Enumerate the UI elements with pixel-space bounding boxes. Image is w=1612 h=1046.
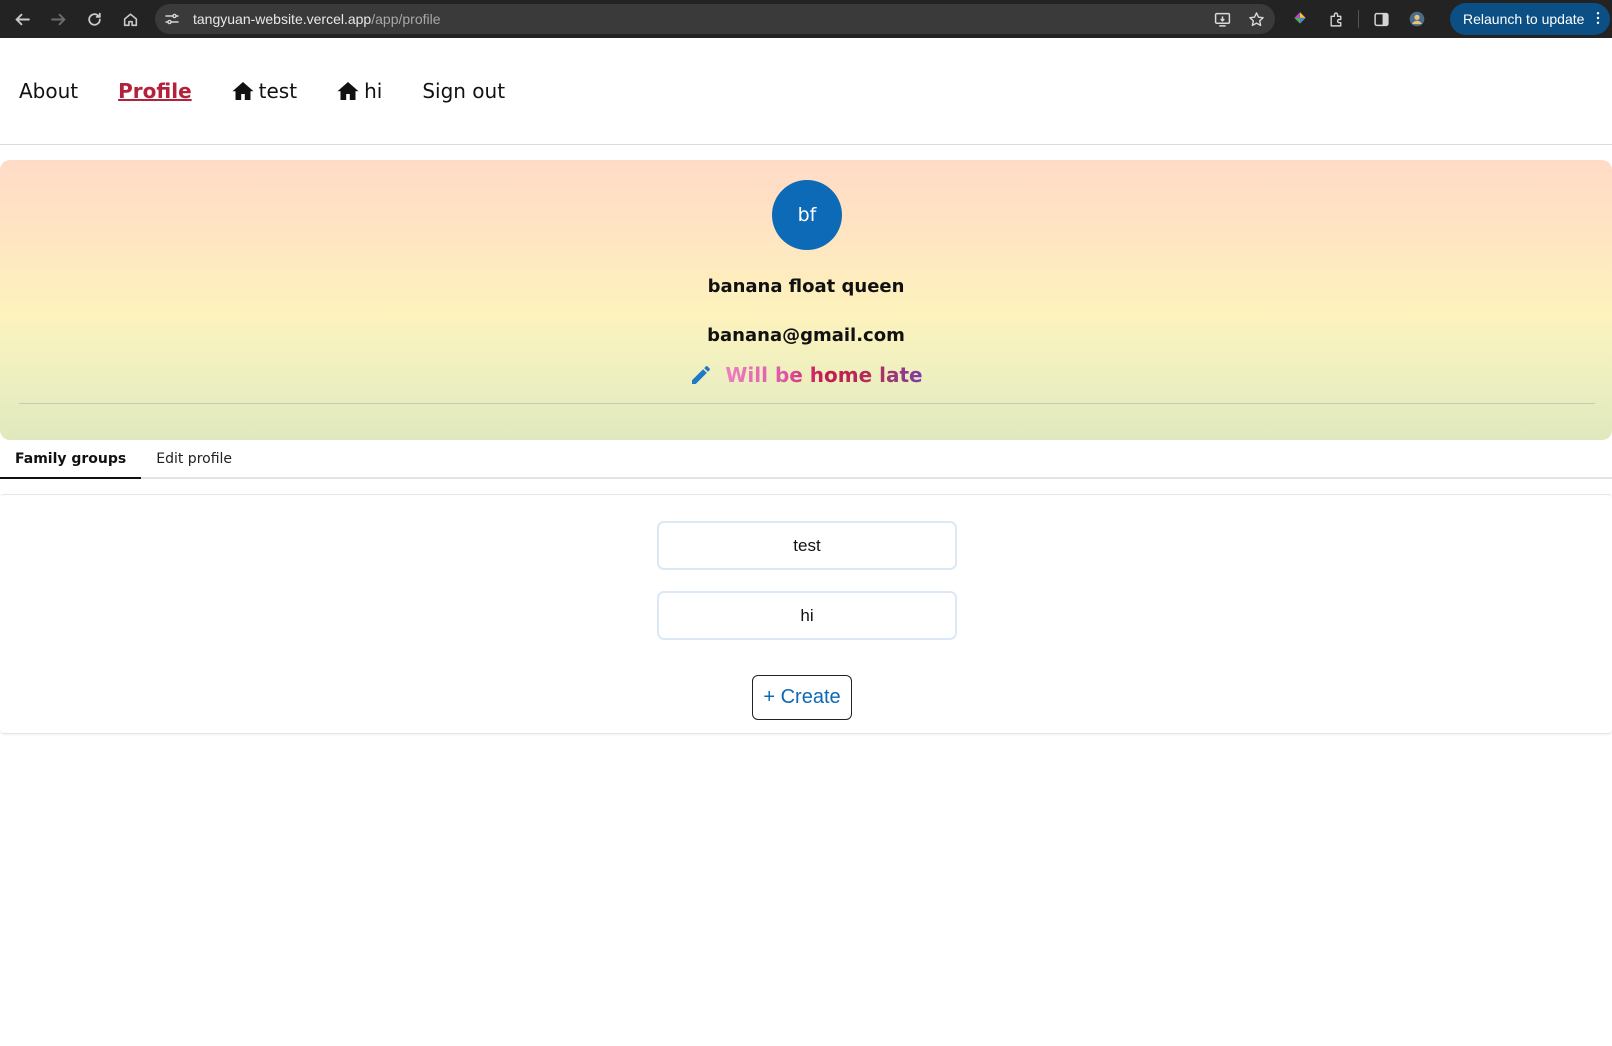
divider — [19, 403, 1595, 404]
relaunch-label: Relaunch to update — [1463, 11, 1585, 27]
profile-email: banana@gmail.com — [707, 325, 905, 346]
nav-group-test[interactable]: test — [232, 79, 297, 103]
tab-family-groups[interactable]: Family groups — [0, 440, 142, 479]
forward-icon[interactable] — [40, 4, 76, 34]
tab-edit-profile[interactable]: Edit profile — [141, 440, 247, 477]
install-app-icon[interactable] — [1209, 6, 1235, 32]
bookmark-star-icon[interactable] — [1243, 6, 1269, 32]
relaunch-button[interactable]: Relaunch to update — [1450, 3, 1611, 35]
url-path: /app/profile — [371, 11, 441, 27]
avatar[interactable]: bf — [772, 180, 842, 250]
nav-group-test-label: test — [258, 79, 298, 103]
main-nav: About Profile test hi Sign out — [0, 38, 1612, 145]
browser-toolbar: tangyuan-website.vercel.app/app/profile … — [0, 0, 1612, 38]
profile-name: banana float queen — [707, 276, 905, 297]
group-card-test[interactable]: test — [657, 521, 957, 570]
nav-sign-out[interactable]: Sign out — [422, 79, 505, 103]
home-icon[interactable] — [112, 4, 148, 34]
address-bar[interactable]: tangyuan-website.vercel.app/app/profile — [155, 4, 1275, 34]
home-icon — [337, 81, 359, 101]
nav-profile[interactable]: Profile — [118, 79, 192, 103]
back-icon[interactable] — [4, 4, 40, 34]
url-text[interactable]: tangyuan-website.vercel.app/app/profile — [193, 11, 441, 27]
toolbar-divider — [1358, 10, 1359, 28]
group-card-hi[interactable]: hi — [657, 591, 957, 640]
status-message: Will be home late — [725, 363, 923, 387]
pencil-edit-icon[interactable] — [689, 363, 713, 387]
profile-tabs: Family groups Edit profile — [0, 440, 1612, 479]
nav-group-hi-label: hi — [364, 79, 383, 103]
site-info-icon[interactable] — [159, 6, 185, 32]
reload-icon[interactable] — [76, 4, 112, 34]
color-extension-icon[interactable] — [1286, 5, 1314, 33]
side-panel-icon[interactable] — [1367, 5, 1395, 33]
url-host: tangyuan-website.vercel.app — [193, 11, 372, 27]
profile-avatar-icon[interactable] — [1403, 5, 1431, 33]
profile-header: bf banana float queen banana@gmail.com W… — [0, 160, 1612, 440]
nav-group-hi[interactable]: hi — [337, 79, 382, 103]
nav-about[interactable]: About — [19, 79, 78, 103]
more-vert-icon — [1596, 11, 1600, 28]
status-row: Will be home late — [0, 363, 1612, 387]
create-group-button[interactable]: + Create — [752, 675, 852, 720]
extensions-puzzle-icon[interactable] — [1322, 5, 1350, 33]
family-groups-panel: test hi + Create — [0, 494, 1612, 734]
home-icon — [232, 81, 254, 101]
